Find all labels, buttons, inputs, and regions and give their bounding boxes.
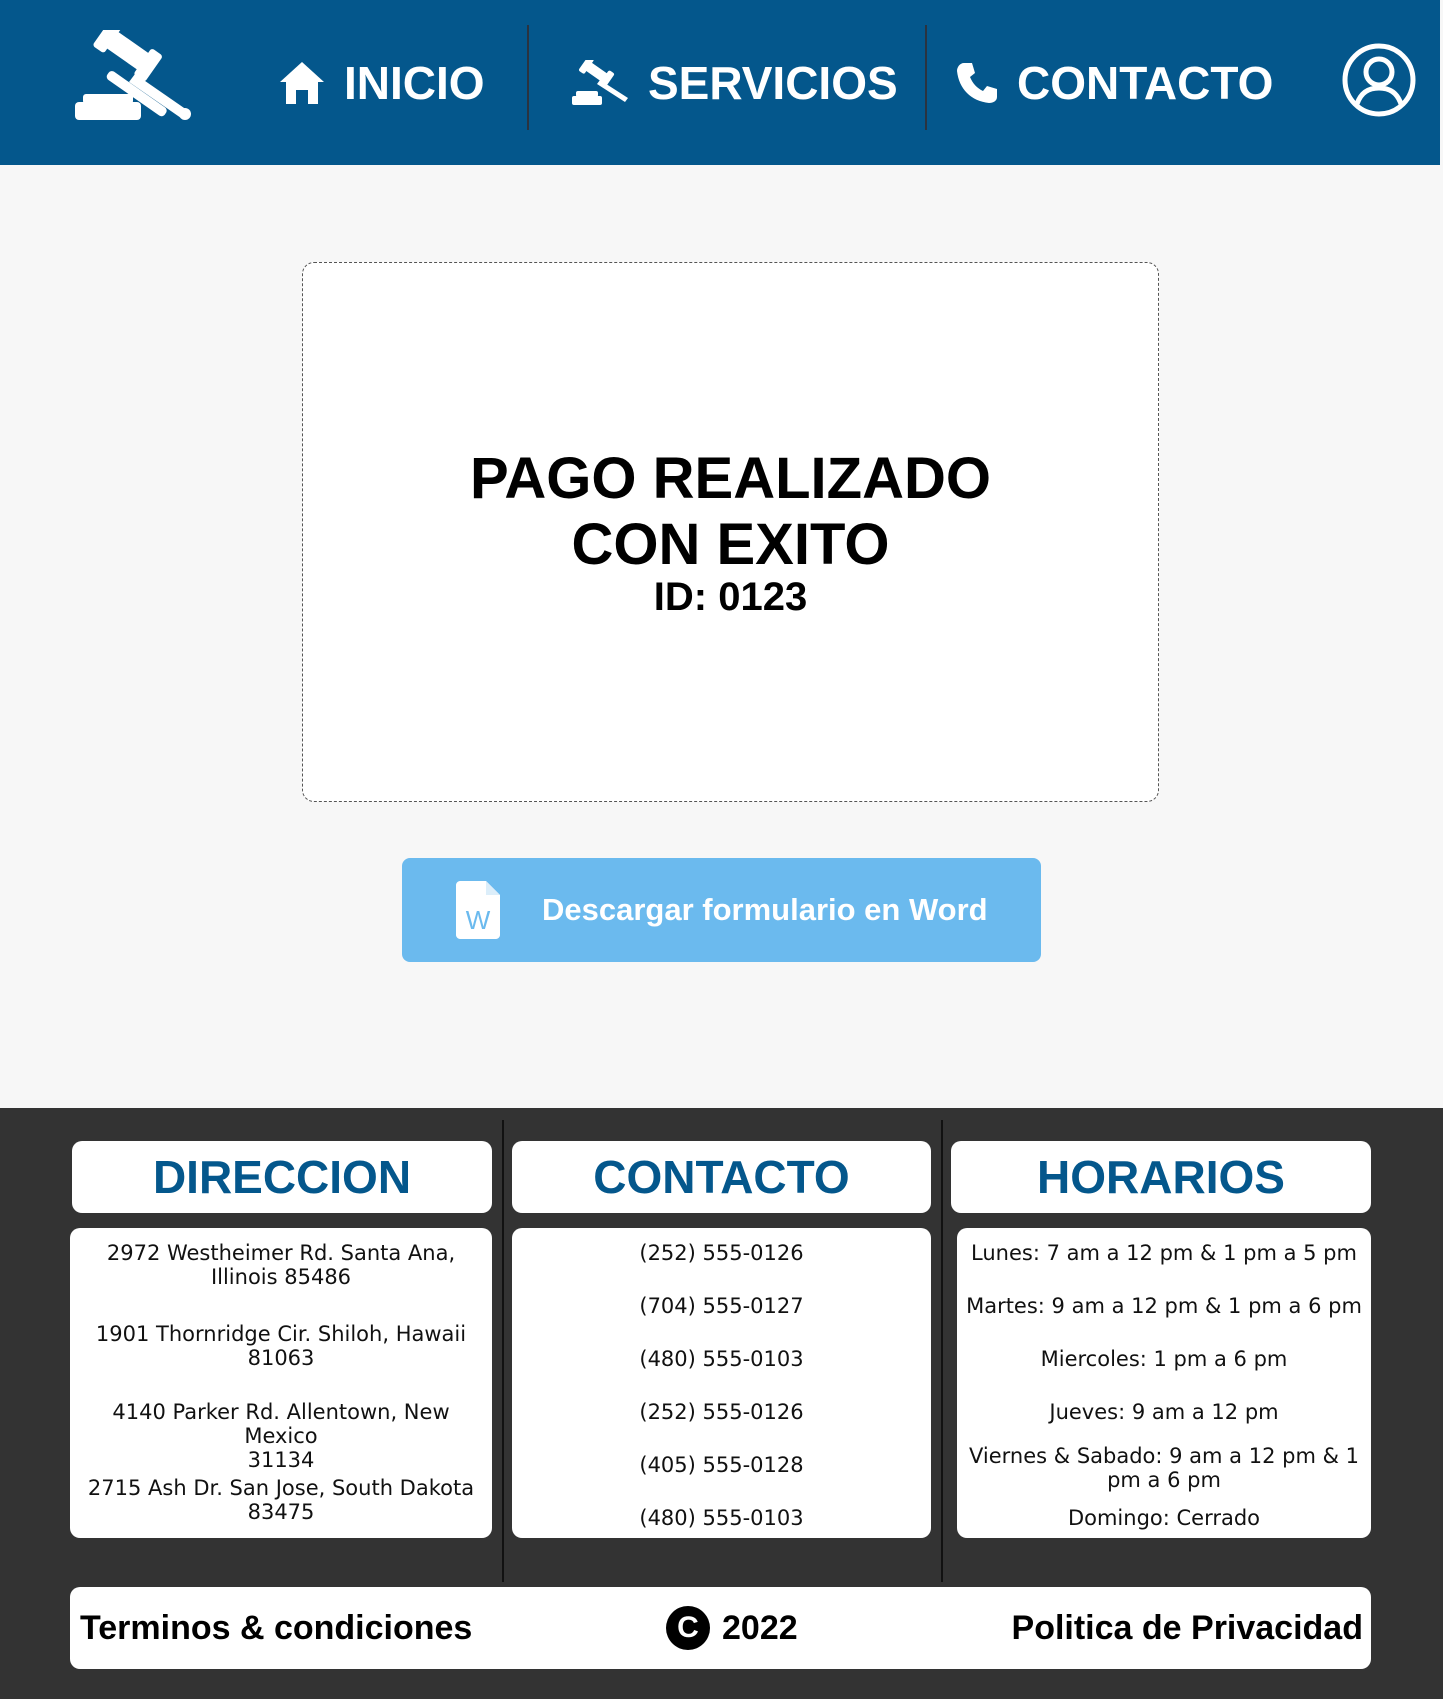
horarios-list: Lunes: 7 am a 12 pm & 1 pm a 5 pm Martes… — [957, 1228, 1371, 1538]
address-line: 83475 — [247, 1500, 315, 1524]
copyright-year: 2022 — [722, 1609, 798, 1647]
phone-number[interactable]: (704) 555-0127 — [512, 1294, 931, 1318]
address-line: Illinois 85486 — [210, 1265, 352, 1289]
download-button-label: Descargar formulario en Word — [542, 892, 988, 927]
gavel-icon — [572, 59, 628, 105]
nav-inicio[interactable]: INICIO — [278, 0, 485, 165]
payment-id: ID: 0123 — [653, 575, 808, 619]
top-nav-bar: INICIO SERVICIOS CONTACTO — [0, 0, 1440, 165]
success-title: PAGO REALIZADO CON EXITO — [303, 446, 1158, 578]
nav-divider — [527, 25, 529, 130]
schedule-item: Miercoles: 1 pm a 6 pm — [1040, 1347, 1288, 1371]
svg-text:W: W — [466, 905, 491, 935]
terms-link[interactable]: Terminos & condiciones — [80, 1587, 472, 1669]
contacto-list: (252) 555-0126 (704) 555-0127 (480) 555-… — [512, 1228, 931, 1538]
schedule-item: Domingo: Cerrado — [1067, 1506, 1261, 1530]
word-file-icon: W — [456, 881, 500, 939]
footer-divider — [941, 1120, 943, 1582]
payment-success-card: PAGO REALIZADO CON EXITO ID: 0123 — [302, 262, 1159, 802]
success-title-line2: CON EXITO — [571, 512, 890, 577]
address-item: 2715 Ash Dr. San Jose, South Dakota 8347… — [78, 1476, 484, 1524]
phone-number[interactable]: (252) 555-0126 — [512, 1400, 931, 1424]
direccion-list: 2972 Westheimer Rd. Santa Ana, Illinois … — [70, 1228, 492, 1538]
address-item: 1901 Thornridge Cir. Shiloh, Hawaii 8106… — [78, 1322, 484, 1370]
horarios-heading: HORARIOS — [951, 1141, 1371, 1213]
user-avatar-icon[interactable] — [1341, 40, 1417, 120]
footer-bottom-bar: Terminos & condiciones C 2022 Politica d… — [70, 1587, 1371, 1669]
phone-number[interactable]: (480) 555-0103 — [512, 1506, 931, 1530]
nav-servicios[interactable]: SERVICIOS — [572, 0, 898, 165]
nav-divider — [925, 25, 927, 130]
nav-inicio-label: INICIO — [344, 56, 485, 109]
footer: DIRECCION CONTACTO HORARIOS 2972 Westhei… — [0, 1108, 1443, 1699]
copyright-icon: C — [666, 1606, 710, 1650]
nav-servicios-label: SERVICIOS — [648, 56, 898, 109]
schedule-item: Martes: 9 am a 12 pm & 1 pm a 6 pm — [966, 1294, 1362, 1318]
schedule-item: Viernes & Sabado: 9 am a 12 pm & 1 pm a … — [957, 1444, 1371, 1492]
direccion-heading: DIRECCION — [72, 1141, 492, 1213]
nav-contacto[interactable]: CONTACTO — [955, 0, 1273, 165]
address-line: 81063 — [247, 1346, 315, 1370]
nav-contacto-label: CONTACTO — [1017, 56, 1274, 109]
address-line: 31134 — [247, 1448, 315, 1472]
schedule-line: Viernes & Sabado: 9 am a 12 pm & 1 — [969, 1444, 1359, 1468]
address-line: 2715 Ash Dr. San Jose, South Dakota — [87, 1476, 475, 1500]
address-line: 2972 Westheimer Rd. Santa Ana, — [106, 1241, 456, 1265]
schedule-line: pm a 6 pm — [1107, 1468, 1221, 1492]
footer-divider — [502, 1120, 504, 1582]
schedule-item: Lunes: 7 am a 12 pm & 1 pm a 5 pm — [971, 1241, 1357, 1265]
copyright: C 2022 — [666, 1587, 798, 1669]
phone-number[interactable]: (480) 555-0103 — [512, 1347, 931, 1371]
contacto-heading: CONTACTO — [512, 1141, 931, 1213]
schedule-item: Jueves: 9 am a 12 pm — [1049, 1400, 1279, 1424]
phone-number[interactable]: (405) 555-0128 — [512, 1453, 931, 1477]
address-line: 4140 Parker Rd. Allentown, New Mexico — [112, 1400, 450, 1448]
download-word-button[interactable]: W Descargar formulario en Word — [402, 858, 1041, 962]
phone-icon — [957, 62, 997, 103]
privacy-link[interactable]: Politica de Privacidad — [1012, 1587, 1363, 1669]
address-item: 4140 Parker Rd. Allentown, New Mexico 31… — [78, 1400, 484, 1472]
address-item: 2972 Westheimer Rd. Santa Ana, Illinois … — [78, 1241, 484, 1289]
success-title-line1: PAGO REALIZADO — [470, 446, 991, 511]
gavel-logo-icon[interactable] — [75, 30, 195, 122]
phone-number[interactable]: (252) 555-0126 — [512, 1241, 931, 1265]
address-line: 1901 Thornridge Cir. Shiloh, Hawaii — [95, 1322, 467, 1346]
home-icon — [280, 61, 324, 104]
